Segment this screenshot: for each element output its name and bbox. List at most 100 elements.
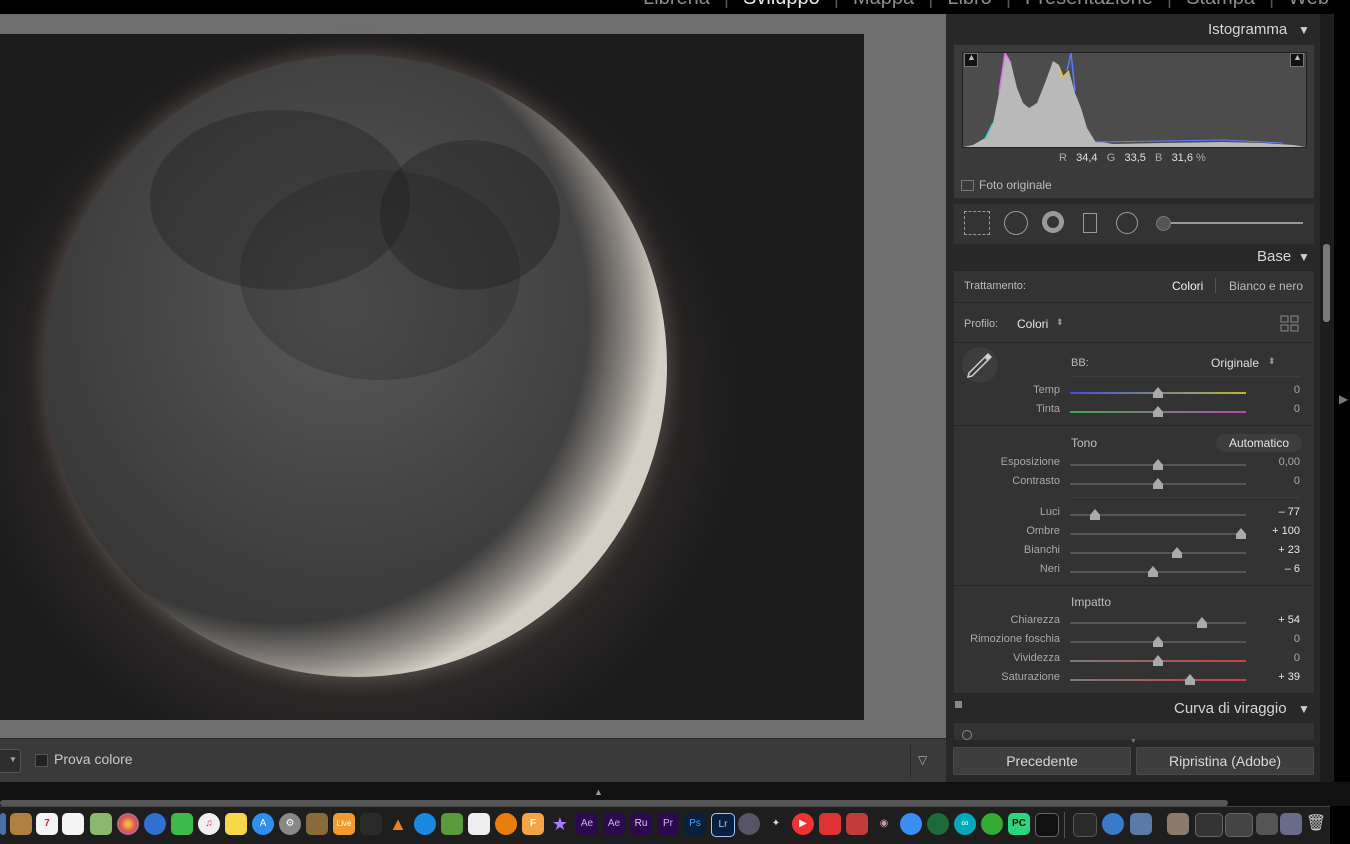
- previous-button[interactable]: Precedente: [953, 747, 1131, 775]
- garageband-icon[interactable]: [306, 813, 328, 835]
- minecraft-icon[interactable]: [441, 813, 463, 835]
- slider-value[interactable]: 0: [1240, 475, 1300, 487]
- updown-arrows-icon[interactable]: ⬍: [1268, 356, 1276, 367]
- dock-window-thumbnail[interactable]: [1167, 813, 1189, 835]
- module-sviluppo[interactable]: Sviluppo: [743, 0, 820, 9]
- app-store-icon[interactable]: A: [252, 813, 274, 835]
- live-icon[interactable]: Live: [333, 813, 355, 835]
- slider-value[interactable]: 0,00: [1240, 456, 1300, 468]
- tone-curve-header[interactable]: Curva di viraggio: [1174, 700, 1287, 717]
- proof-color-checkbox[interactable]: [35, 754, 48, 767]
- toolbar-content-toggle-icon[interactable]: ▽: [918, 753, 927, 767]
- module-stampa[interactable]: Stampa: [1186, 0, 1255, 9]
- safari-icon[interactable]: [144, 813, 166, 835]
- white-balance-eyedropper-icon[interactable]: [962, 347, 998, 383]
- trash-icon[interactable]: 🗑: [1305, 813, 1327, 835]
- slider-thumb-base[interactable]: [1153, 484, 1163, 489]
- dock-window-thumbnail[interactable]: [1102, 813, 1124, 835]
- maps-icon[interactable]: [90, 813, 112, 835]
- updown-arrows-icon[interactable]: ⬍: [1056, 317, 1064, 328]
- itunes-icon[interactable]: ♫: [198, 813, 220, 835]
- slider-value[interactable]: 0: [1240, 633, 1300, 645]
- original-photo-checkbox[interactable]: [961, 180, 974, 191]
- arduino-icon[interactable]: ∞: [954, 813, 976, 835]
- vlc-icon[interactable]: ▲: [387, 813, 409, 835]
- f-app-icon[interactable]: F: [522, 813, 544, 835]
- right-panel-scrollbar[interactable]: [1320, 14, 1334, 782]
- slider-track[interactable]: [1070, 679, 1246, 681]
- scrollbar-thumb[interactable]: [1323, 244, 1330, 322]
- slider-thumb-base[interactable]: [1185, 680, 1195, 685]
- original-photo-label[interactable]: Foto originale: [979, 178, 1052, 192]
- spot-removal-icon[interactable]: [1004, 211, 1028, 235]
- highlight-clipping-indicator[interactable]: ▲: [1290, 52, 1304, 67]
- slider-track[interactable]: [1070, 552, 1246, 554]
- teamviewer-icon[interactable]: [414, 813, 436, 835]
- profile-select[interactable]: Colori: [1017, 317, 1048, 331]
- notes-book-icon[interactable]: [10, 813, 32, 835]
- slider-thumb-base[interactable]: [1153, 465, 1163, 470]
- slider-thumb-base[interactable]: [1090, 515, 1100, 520]
- slider-thumb-base[interactable]: [1148, 572, 1158, 577]
- slider-value[interactable]: + 54: [1240, 614, 1300, 626]
- red-eye-icon[interactable]: [1042, 211, 1064, 233]
- messages-icon[interactable]: [900, 813, 922, 835]
- slider-value[interactable]: + 39: [1240, 671, 1300, 683]
- premiere-rush-icon[interactable]: Ru: [630, 813, 652, 835]
- slider-value[interactable]: – 6: [1240, 563, 1300, 575]
- radial-filter-icon[interactable]: [1116, 212, 1138, 234]
- star-app-icon[interactable]: ★: [549, 813, 571, 835]
- collapse-triangle-icon[interactable]: ▼: [1298, 250, 1310, 264]
- lightroom-icon[interactable]: Lr: [711, 813, 735, 837]
- graduated-filter-icon[interactable]: [1083, 213, 1097, 233]
- photoshop-icon[interactable]: Ps: [684, 813, 706, 835]
- premiere-pro-icon[interactable]: Pr: [657, 813, 679, 835]
- after-effects-icon-2[interactable]: Ae: [603, 813, 625, 835]
- treatment-color-option[interactable]: Colori: [1172, 279, 1203, 293]
- profile-browser-grid-icon[interactable]: [1280, 315, 1300, 333]
- unity-icon[interactable]: [468, 813, 490, 835]
- slider-thumb-base[interactable]: [1153, 661, 1163, 666]
- globe-app-icon[interactable]: [738, 813, 760, 835]
- system-preferences-icon[interactable]: ⚙: [279, 813, 301, 835]
- module-presentazione[interactable]: Presentazione: [1025, 0, 1153, 9]
- dock-app-icon[interactable]: [0, 813, 6, 835]
- slider-track[interactable]: [1070, 533, 1246, 535]
- reminders-icon[interactable]: [62, 813, 84, 835]
- filmstrip-toggle-icon[interactable]: ▲: [594, 787, 603, 797]
- slider-value[interactable]: + 100: [1240, 525, 1300, 537]
- slider-thumb-base[interactable]: [1172, 553, 1182, 558]
- slider-value[interactable]: 0: [1240, 652, 1300, 664]
- notes-icon[interactable]: [225, 813, 247, 835]
- dock-window-thumbnail[interactable]: [1195, 813, 1223, 837]
- module-libro[interactable]: Libro: [947, 0, 991, 9]
- slider-track[interactable]: [1070, 571, 1246, 573]
- slider-thumb-base[interactable]: [1197, 623, 1207, 628]
- histogram-header[interactable]: Istogramma: [1208, 21, 1287, 38]
- dock-window-thumbnail[interactable]: [1280, 813, 1302, 835]
- module-web[interactable]: Web: [1288, 0, 1329, 9]
- slider-value[interactable]: 0: [1240, 403, 1300, 415]
- panel-toggle-switch[interactable]: [955, 701, 962, 708]
- dock-window-thumbnail[interactable]: [1130, 813, 1152, 835]
- collapse-triangle-icon[interactable]: ▼: [1298, 23, 1310, 37]
- after-effects-icon[interactable]: Ae: [576, 813, 598, 835]
- cast-app-icon[interactable]: ▶: [792, 813, 814, 835]
- dock-window-thumbnail[interactable]: [1073, 813, 1097, 837]
- blender-icon[interactable]: [495, 813, 517, 835]
- calendar-icon[interactable]: 7: [36, 813, 58, 835]
- slider-thumb-base[interactable]: [1153, 412, 1163, 417]
- wb-select[interactable]: Originale: [1211, 356, 1259, 370]
- photos-icon[interactable]: [117, 813, 139, 835]
- activity-monitor-icon[interactable]: [360, 813, 382, 835]
- sim-app-icon[interactable]: [846, 813, 868, 835]
- telescope-icon[interactable]: ✦: [765, 813, 787, 835]
- proof-color-label[interactable]: Prova colore: [54, 751, 133, 767]
- slider-value[interactable]: + 23: [1240, 544, 1300, 556]
- histogram-graph[interactable]: [962, 52, 1307, 148]
- terminal-icon[interactable]: [1035, 813, 1059, 837]
- auto-tone-button[interactable]: Automatico: [1216, 434, 1302, 452]
- slider-track[interactable]: [1070, 622, 1246, 624]
- base-header[interactable]: Base: [1257, 248, 1291, 265]
- slider-thumb-base[interactable]: [1153, 642, 1163, 647]
